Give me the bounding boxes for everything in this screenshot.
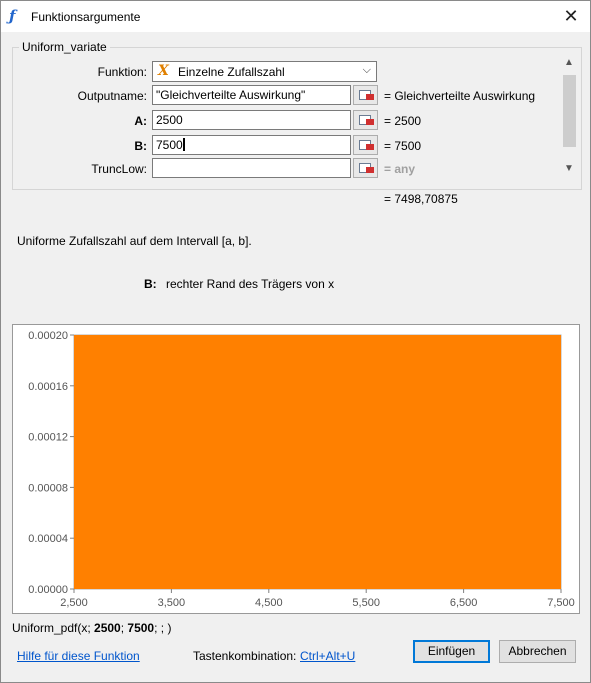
trunclow-reference-button[interactable] bbox=[353, 158, 378, 178]
y-tick-label: 0.00004 bbox=[28, 533, 68, 545]
b-result: = 7500 bbox=[384, 139, 422, 153]
shortcut-link[interactable]: Ctrl+Alt+U bbox=[300, 649, 355, 663]
title-bar[interactable]: ƒ Funktionsargumente ✕ bbox=[1, 1, 590, 32]
y-tick-label: 0.00000 bbox=[28, 584, 68, 596]
scroll-up-icon[interactable]: ▲ bbox=[564, 57, 574, 68]
x-tick-label: 7,500 bbox=[547, 597, 575, 609]
x-tick-label: 2,500 bbox=[60, 597, 88, 609]
chart-svg: 0.00000 0.00004 0.00008 0.00012 0.00016 0.000… bbox=[28, 330, 575, 609]
group-title: Uniform_variate bbox=[19, 40, 110, 54]
formula-preview: Uniform_pdf(x; 2500; 7500; ; ) bbox=[12, 621, 171, 635]
formula-b: 7500 bbox=[127, 621, 155, 635]
function-select-value: Einzelne Zufallszahl bbox=[178, 65, 285, 79]
window-title: Funktionsargumente bbox=[31, 10, 141, 24]
cancel-button[interactable]: Abbrechen bbox=[499, 640, 576, 663]
y-tick-label: 0.00012 bbox=[28, 432, 68, 444]
x-tick-label: 6,500 bbox=[450, 597, 478, 609]
a-input[interactable]: 2500 bbox=[152, 110, 351, 130]
function-icon: ƒ bbox=[9, 7, 16, 25]
formula-prefix: Uniform_pdf(x; bbox=[12, 621, 95, 635]
b-input[interactable]: 7500 bbox=[152, 135, 351, 155]
x-tick-label: 5,500 bbox=[352, 597, 380, 609]
a-result: = 2500 bbox=[384, 114, 422, 128]
y-tick-label: 0.00008 bbox=[28, 482, 68, 494]
b-reference-button[interactable] bbox=[353, 135, 378, 155]
help-link[interactable]: Hilfe für diese Funktion bbox=[17, 649, 140, 663]
fx-icon: X bbox=[158, 63, 169, 79]
scroll-thumb[interactable] bbox=[563, 75, 576, 147]
scroll-down-icon[interactable]: ▼ bbox=[564, 163, 574, 174]
arguments-scrollbar[interactable]: ▲ ▼ bbox=[561, 57, 578, 181]
x-tick-label: 3,500 bbox=[158, 597, 186, 609]
y-tick-label: 0.00020 bbox=[28, 330, 68, 342]
insert-button[interactable]: Einfügen bbox=[413, 640, 490, 663]
series-area bbox=[74, 335, 561, 589]
function-arguments-dialog: ƒ Funktionsargumente ✕ Uniform_variate F… bbox=[0, 0, 591, 683]
y-tick-label: 0.00016 bbox=[28, 381, 68, 393]
formula-a: 2500 bbox=[94, 621, 121, 635]
a-reference-button[interactable] bbox=[353, 110, 378, 130]
b-input-value: 7500 bbox=[156, 138, 183, 152]
function-select[interactable]: X Einzelne Zufallszahl ⌵ bbox=[152, 61, 377, 82]
text-cursor bbox=[182, 138, 185, 151]
outputname-label: Outputname: bbox=[77, 89, 147, 103]
shortcut-label: Tastenkombination: bbox=[193, 649, 297, 663]
outputname-result: = Gleichverteilte Auswirkung bbox=[384, 89, 536, 103]
a-label: A: bbox=[134, 114, 147, 128]
argument-help-name: B: bbox=[144, 277, 157, 291]
formula-suffix: ; ; ) bbox=[154, 621, 172, 635]
close-icon[interactable]: ✕ bbox=[560, 5, 582, 27]
function-description: Uniforme Zufallszahl auf dem Intervall [… bbox=[17, 234, 252, 248]
argument-help-text: rechter Rand des Trägers von x bbox=[166, 277, 335, 291]
trunclow-input[interactable] bbox=[152, 158, 351, 178]
function-label: Funktion: bbox=[97, 65, 147, 79]
outputname-reference-button[interactable] bbox=[353, 85, 378, 105]
b-label: B: bbox=[134, 139, 147, 153]
trunclow-result: = any bbox=[384, 162, 416, 176]
outputname-input[interactable]: "Gleichverteilte Auswirkung" bbox=[152, 85, 351, 105]
x-tick-label: 4,500 bbox=[255, 597, 283, 609]
chevron-down-icon: ⌵ bbox=[362, 64, 371, 76]
function-result: = 7498,70875 bbox=[384, 192, 458, 206]
trunclow-label: TruncLow: bbox=[91, 162, 147, 176]
distribution-chart: 0.00000 0.00004 0.00008 0.00012 0.00016 0.000… bbox=[12, 324, 580, 614]
